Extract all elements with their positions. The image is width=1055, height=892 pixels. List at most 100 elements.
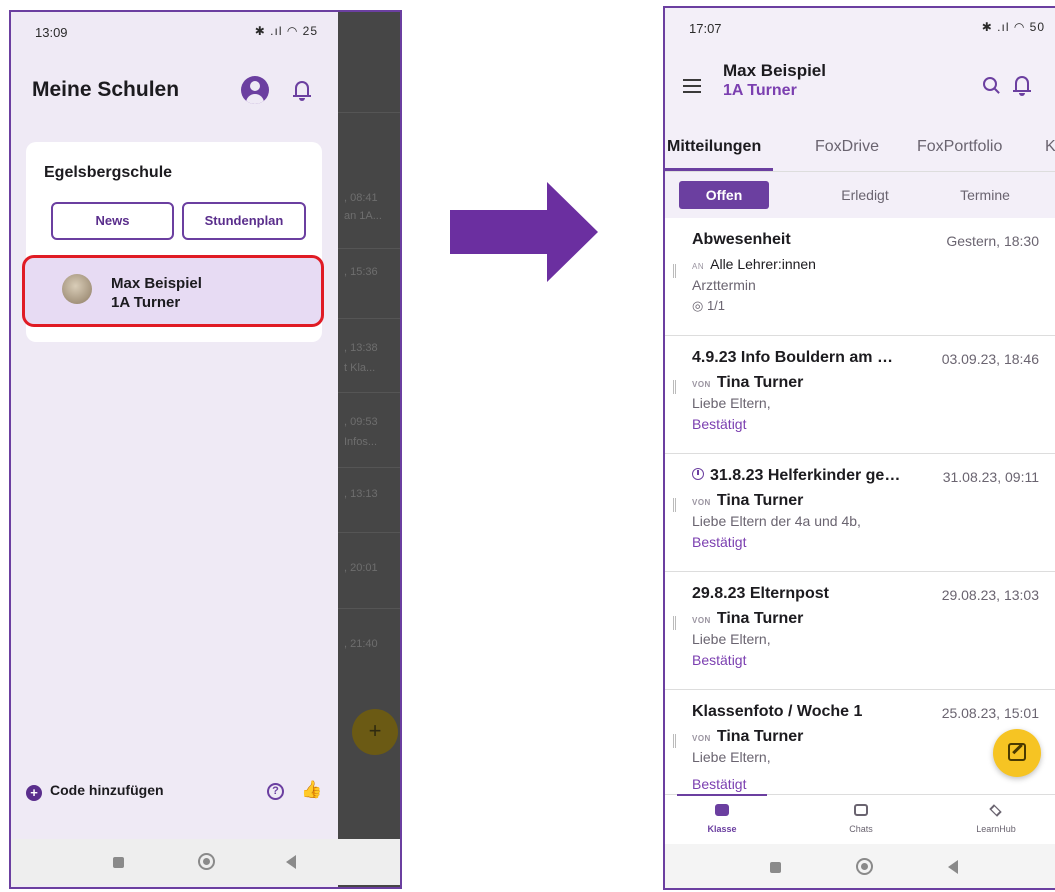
- status-bar: 13:09 ✱ .ıl ◠ 25: [11, 12, 338, 56]
- sender-name: Tina Turner: [716, 492, 804, 509]
- active-tab-indicator: [665, 168, 773, 171]
- news-button[interactable]: News: [51, 202, 174, 240]
- dimmed-fab: +: [352, 709, 398, 755]
- message-sender: VON Tina Turner: [692, 610, 803, 628]
- recipient-name: Alle Lehrer:innen: [710, 256, 816, 272]
- drag-handle-icon: [673, 264, 676, 278]
- right-phone-screenshot: 17:07 ✱ .ıl ◠ 50 Max Beispiel 1A Turner …: [663, 6, 1055, 890]
- tab-foxportfolio[interactable]: FoxPortfolio: [917, 138, 1002, 156]
- background-preview: Infos...: [344, 436, 378, 448]
- child-entry-highlighted[interactable]: Max Beispiel 1A Turner: [22, 255, 324, 327]
- tab-mitteilungen[interactable]: Mitteilungen: [667, 138, 761, 156]
- sender-tag: VON: [692, 498, 711, 507]
- message-sender: VON Tina Turner: [692, 728, 803, 746]
- drag-handle-icon: [673, 734, 676, 748]
- message-date: 25.08.23, 15:01: [941, 705, 1039, 721]
- background-timestamp: , 09:53: [344, 416, 378, 428]
- thumbs-up-icon[interactable]: 👍: [301, 780, 322, 800]
- background-timestamp: , 21:40: [344, 638, 378, 650]
- header-child-name: Max Beispiel: [723, 61, 826, 80]
- message-item[interactable]: 31.8.23 Helferkinder gesucht 31.08.23, 0…: [665, 454, 1055, 572]
- drawer-title: Meine Schulen: [32, 78, 180, 101]
- drag-handle-icon: [673, 616, 676, 630]
- background-preview: t Kla...: [344, 362, 376, 374]
- segment-erledigt[interactable]: Erledigt: [815, 181, 915, 209]
- header-child-class: 1A Turner: [723, 82, 797, 99]
- tab-foxdrive[interactable]: FoxDrive: [815, 138, 879, 156]
- status-bar: 17:07 ✱ .ıl ◠ 50: [665, 8, 1055, 52]
- sender-tag: VON: [692, 616, 711, 625]
- message-preview: Liebe Eltern der 4a und 4b,: [692, 513, 861, 529]
- active-nav-indicator: [677, 794, 767, 796]
- search-icon[interactable]: [983, 77, 1001, 95]
- nav-label: Chats: [849, 824, 873, 834]
- message-preview: Liebe Eltern,: [692, 395, 771, 411]
- back-icon[interactable]: [286, 855, 296, 869]
- left-phone-screenshot: 13:09 ✱ .ıl ◠ 25 Meine Schulen Egelsberg…: [9, 10, 402, 889]
- back-icon[interactable]: [948, 860, 958, 874]
- class-chat-icon: [715, 804, 729, 816]
- message-preview: Liebe Eltern,: [692, 749, 771, 765]
- chat-icon: [854, 804, 868, 816]
- schedule-button[interactable]: Stundenplan: [182, 202, 306, 240]
- sender-tag: VON: [692, 380, 711, 389]
- profile-icon[interactable]: [241, 76, 269, 104]
- recents-icon[interactable]: [770, 862, 781, 873]
- segment-termine[interactable]: Termine: [935, 181, 1035, 209]
- message-sender: VON Tina Turner: [692, 492, 803, 510]
- avatar: [62, 274, 92, 304]
- message-title: 4.9.23 Info Bouldern am Montag: [692, 349, 902, 366]
- message-date: 29.08.23, 13:03: [941, 587, 1039, 603]
- compose-button[interactable]: [993, 729, 1041, 777]
- drag-handle-icon: [673, 498, 676, 512]
- message-title: Abwesenheit: [692, 231, 791, 248]
- bottom-navigation: Klasse Chats LearnHub: [665, 794, 1055, 844]
- menu-icon[interactable]: [683, 79, 701, 93]
- tab-more[interactable]: K: [1045, 138, 1055, 156]
- dimmed-background-content[interactable]: , 08:41 an 1A... , 15:36 , 13:38 t Kla..…: [338, 12, 400, 887]
- sender-name: Tina Turner: [716, 728, 804, 745]
- background-preview: an 1A...: [344, 210, 382, 222]
- bell-icon[interactable]: [1013, 74, 1031, 96]
- app-header: Max Beispiel 1A Turner: [665, 48, 1055, 130]
- segment-offen[interactable]: Offen: [679, 181, 769, 209]
- status-icons: ✱ .ıl ◠ 25: [254, 24, 318, 38]
- bell-icon[interactable]: [293, 79, 311, 101]
- status-time: 17:07: [689, 21, 722, 36]
- child-name: Max Beispiel: [111, 275, 202, 292]
- plus-circle-icon: +: [26, 785, 42, 801]
- nav-learnhub[interactable]: LearnHub: [941, 795, 1051, 845]
- message-status: Bestätigt: [692, 416, 747, 432]
- add-code-button[interactable]: + Code hinzufügen: [26, 782, 164, 801]
- home-icon[interactable]: [198, 853, 215, 870]
- status-time: 13:09: [35, 25, 68, 40]
- message-date: 31.08.23, 09:11: [942, 469, 1039, 485]
- home-icon[interactable]: [856, 858, 873, 875]
- nav-label: LearnHub: [976, 824, 1016, 834]
- message-item[interactable]: 4.9.23 Info Bouldern am Montag 03.09.23,…: [665, 336, 1055, 454]
- nav-klasse[interactable]: Klasse: [667, 794, 777, 845]
- message-item[interactable]: 29.8.23 Elternpost 29.08.23, 13:03 VON Ti…: [665, 572, 1055, 690]
- clock-icon: [692, 468, 704, 480]
- sender-name: Tina Turner: [716, 374, 804, 391]
- status-icons: ✱ .ıl ◠ 50: [981, 20, 1045, 34]
- background-timestamp: , 13:13: [344, 488, 378, 500]
- graduation-cap-icon: [988, 803, 1004, 817]
- message-recipient: AN Alle Lehrer:innen: [692, 256, 816, 272]
- message-status: Bestätigt: [692, 776, 747, 792]
- message-status: Bestätigt: [692, 652, 747, 668]
- background-timestamp: , 20:01: [344, 562, 378, 574]
- help-icon[interactable]: ?: [267, 783, 284, 800]
- transition-arrow-icon: [450, 182, 598, 282]
- recents-icon[interactable]: [113, 857, 124, 868]
- nav-label: Klasse: [707, 824, 737, 834]
- message-item[interactable]: Abwesenheit Gestern, 18:30 AN Alle Lehrer…: [665, 218, 1055, 336]
- sender-tag: VON: [692, 734, 711, 743]
- nav-chats[interactable]: Chats: [806, 795, 916, 845]
- message-title: 29.8.23 Elternpost: [692, 585, 829, 602]
- add-code-label: Code hinzufügen: [50, 782, 164, 798]
- message-status: Bestätigt: [692, 534, 747, 550]
- background-timestamp: , 15:36: [344, 266, 378, 278]
- message-sender: VON Tina Turner: [692, 374, 803, 392]
- message-date: Gestern, 18:30: [946, 233, 1039, 249]
